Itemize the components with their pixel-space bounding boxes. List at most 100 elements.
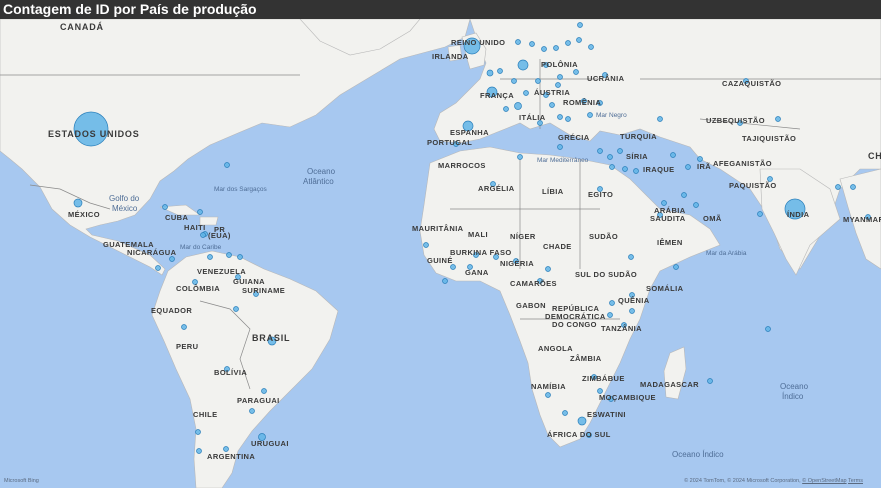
bubble-misc-87[interactable] xyxy=(200,232,206,238)
bubble-misc-26[interactable] xyxy=(523,90,529,96)
label-argentina: ARGENTINA xyxy=(207,452,255,461)
label-siria: SÍRIA xyxy=(626,152,648,161)
bubble-misc-39[interactable] xyxy=(617,148,623,154)
bubble-misc-85[interactable] xyxy=(226,252,232,258)
bubble-misc-71[interactable] xyxy=(707,378,713,384)
bubble-misc-33[interactable] xyxy=(503,106,509,112)
bubble-misc-83[interactable] xyxy=(261,388,267,394)
bubble-misc-17[interactable] xyxy=(576,37,582,43)
bubble-misc-10[interactable] xyxy=(529,41,535,47)
bubble-misc-5[interactable] xyxy=(181,324,187,330)
bubble-misc-19[interactable] xyxy=(555,82,561,88)
bubble-misc-88[interactable] xyxy=(207,254,213,260)
visual-title: Contagem de ID por País de produção xyxy=(0,0,881,19)
bubble-misc-90[interactable] xyxy=(169,256,175,262)
bubble-south-africa[interactable] xyxy=(577,416,587,426)
bubble-misc-2[interactable] xyxy=(197,209,203,215)
bubble-misc-73[interactable] xyxy=(545,392,551,398)
bubble-misc-9[interactable] xyxy=(515,39,521,45)
bubble-misc-74[interactable] xyxy=(562,410,568,416)
bubble-misc-63[interactable] xyxy=(545,266,551,272)
bubble-misc-67[interactable] xyxy=(607,312,613,318)
bubble-misc-14[interactable] xyxy=(577,22,583,28)
label-afeganistao: AFEGANISTÃO xyxy=(713,159,772,168)
label-burkina-faso: BURKINA FASO xyxy=(450,248,512,257)
bubble-misc-15[interactable] xyxy=(588,44,594,50)
bubble-misc-45[interactable] xyxy=(685,164,691,170)
bubble-misc-31[interactable] xyxy=(587,112,593,118)
bubble-misc-96[interactable] xyxy=(757,211,763,217)
bubble-misc-41[interactable] xyxy=(622,166,628,172)
bubble-misc-11[interactable] xyxy=(541,46,547,52)
bubble-misc-43[interactable] xyxy=(657,116,663,122)
africa-land xyxy=(419,146,721,448)
credit-text: © 2024 TomTom, © 2024 Microsoft Corporat… xyxy=(684,478,801,484)
bubble-mexico[interactable] xyxy=(73,198,83,208)
label-madagascar: MADAGASCAR xyxy=(640,380,699,389)
bubble-misc-21[interactable] xyxy=(549,102,555,108)
bubble-misc-72[interactable] xyxy=(765,326,771,332)
label-oceano-atlantico-2: Atlântico xyxy=(303,177,334,186)
bubble-misc-36[interactable] xyxy=(517,154,523,160)
bubble-misc-27[interactable] xyxy=(511,78,517,84)
bubble-australia-east[interactable] xyxy=(486,69,494,77)
bubble-misc-12[interactable] xyxy=(553,45,559,51)
bubble-misc-13[interactable] xyxy=(565,40,571,46)
label-romenia: ROMÊNIA xyxy=(563,98,601,107)
bubble-misc-40[interactable] xyxy=(607,154,613,160)
map-svg: CANADÁESTADOS UNIDOSMÉXICO CUBAHAITI PR(EU… xyxy=(0,19,881,488)
label-tajiquistao: TAJIQUISTÃO xyxy=(742,134,796,143)
label-chile: CHILE xyxy=(193,410,218,419)
bubble-misc-79[interactable] xyxy=(223,446,229,452)
bubble-misc-82[interactable] xyxy=(249,408,255,414)
label-grecia: GRÉCIA xyxy=(558,133,590,142)
bubble-misc-91[interactable] xyxy=(155,265,161,271)
bubble-misc-69[interactable] xyxy=(661,200,667,206)
bubble-misc-97[interactable] xyxy=(850,184,856,190)
bubble-misc-23[interactable] xyxy=(565,116,571,122)
label-venezuela: VENEZUELA xyxy=(197,267,246,276)
label-equador: EQUADOR xyxy=(151,306,192,315)
bubble-misc-56[interactable] xyxy=(609,164,615,170)
bubble-misc-4[interactable] xyxy=(237,254,243,260)
label-china-partial: CH xyxy=(868,151,881,161)
bubble-misc-58[interactable] xyxy=(450,264,456,270)
label-guine: GUINÉ xyxy=(427,256,453,265)
bubble-misc-94[interactable] xyxy=(629,308,635,314)
bubble-italy[interactable] xyxy=(514,102,522,110)
north-america-land xyxy=(0,19,471,276)
bubble-misc-28[interactable] xyxy=(535,78,541,84)
bubble-misc-93[interactable] xyxy=(442,278,448,284)
label-uruguai: URUGUAI xyxy=(251,439,289,448)
bubble-germany[interactable] xyxy=(517,59,529,71)
bubble-misc-70[interactable] xyxy=(673,264,679,270)
bubble-misc-42[interactable] xyxy=(633,168,639,174)
label-peru: PERU xyxy=(176,342,198,351)
bubble-misc-22[interactable] xyxy=(557,114,563,120)
bubble-misc-47[interactable] xyxy=(693,202,699,208)
bubble-misc-84[interactable] xyxy=(233,306,239,312)
bubble-misc-29[interactable] xyxy=(557,74,563,80)
map-canvas[interactable]: CANADÁ ESTADOS UNIDOS MÉXICO CUBA HAITI PR (EU… xyxy=(0,19,881,488)
label-camaroes: CAMARÕES xyxy=(510,279,557,288)
osm-link[interactable]: © OpenStreetMap xyxy=(802,478,846,484)
bubble-misc-44[interactable] xyxy=(670,152,676,158)
bubble-misc-38[interactable] xyxy=(597,148,603,154)
bubble-misc-81[interactable] xyxy=(196,448,202,454)
label-suriname: SURINAME xyxy=(242,286,285,295)
bubble-misc[interactable] xyxy=(224,162,230,168)
label-italia: ITÁLIA xyxy=(519,113,546,122)
bubble-misc-46[interactable] xyxy=(681,192,687,198)
bubble-misc-80[interactable] xyxy=(195,429,201,435)
bubble-misc-51[interactable] xyxy=(775,116,781,122)
bubble-misc-53[interactable] xyxy=(835,184,841,190)
bubble-misc-18[interactable] xyxy=(573,69,579,75)
bubble-misc-8[interactable] xyxy=(497,68,503,74)
bubble-misc-66[interactable] xyxy=(609,300,615,306)
bubble-misc-37[interactable] xyxy=(557,144,563,150)
bubble-misc-48[interactable] xyxy=(697,156,703,162)
bubble-misc-92[interactable] xyxy=(423,242,429,248)
bubble-misc-1[interactable] xyxy=(162,204,168,210)
terms-link[interactable]: Terms xyxy=(848,478,863,484)
bubble-misc-68[interactable] xyxy=(628,254,634,260)
